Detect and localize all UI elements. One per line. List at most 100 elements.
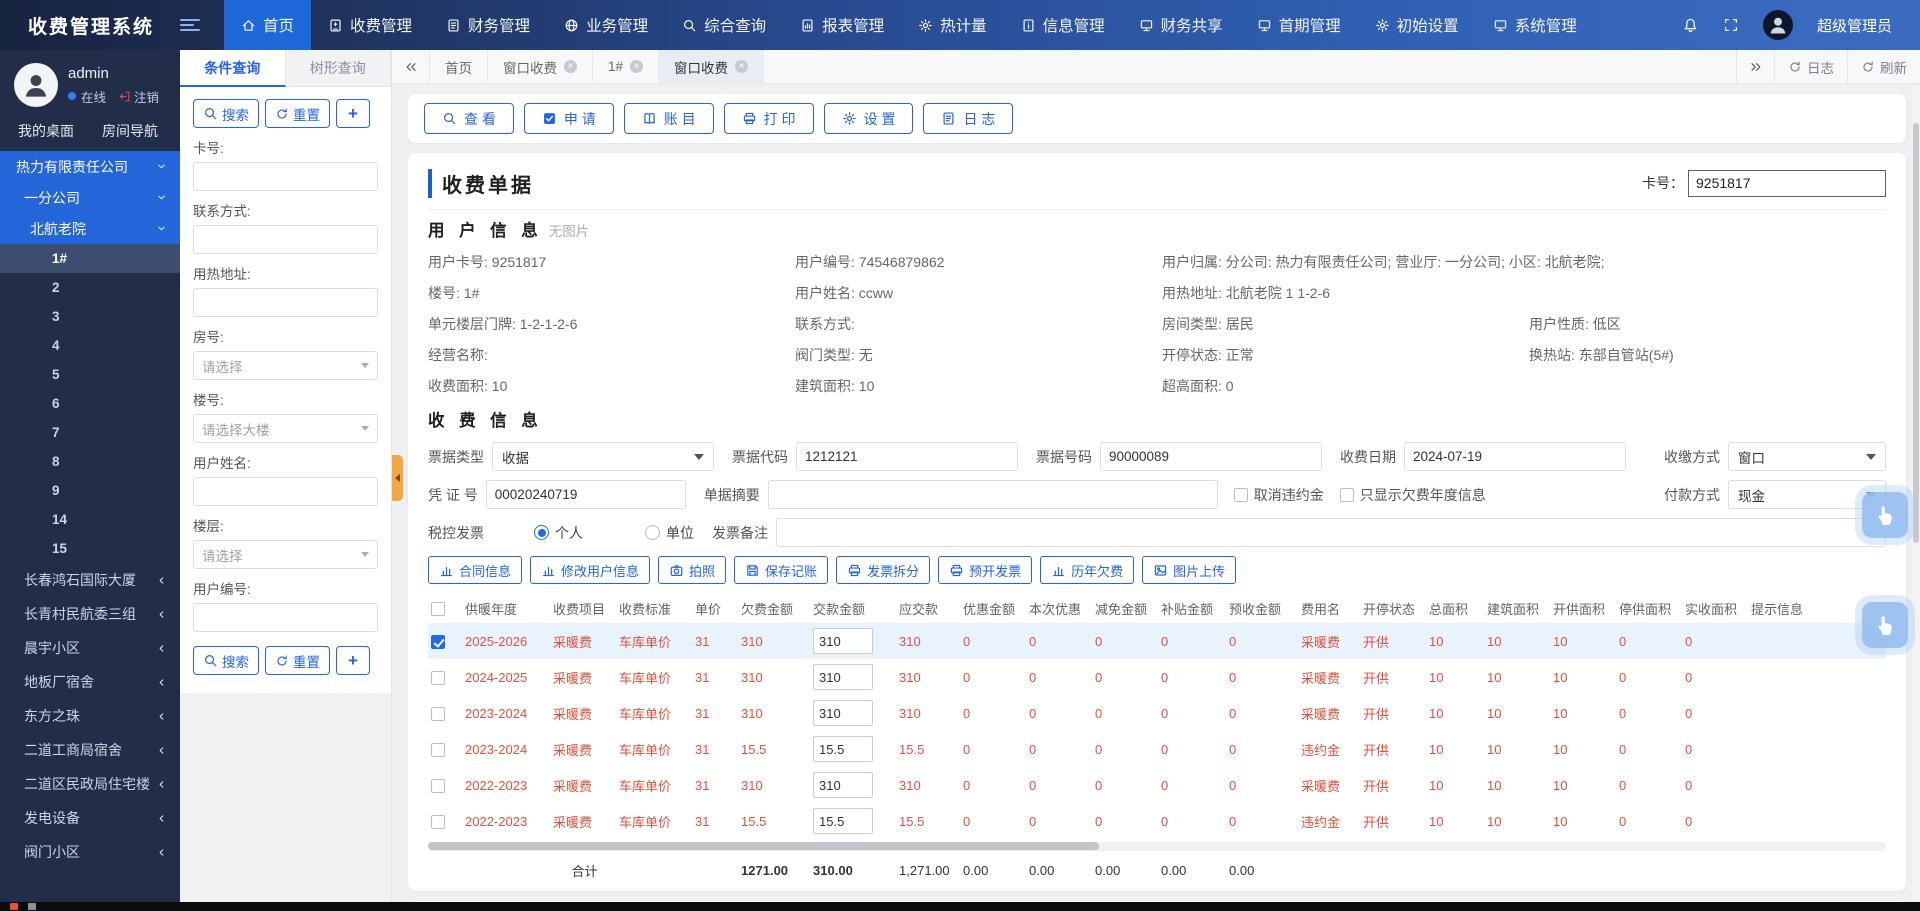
row-checkbox[interactable] [431, 671, 445, 685]
field-input-用户编号:[interactable] [193, 603, 378, 632]
pay-amount-input[interactable] [813, 736, 873, 762]
hamburger-menu-icon[interactable] [180, 0, 200, 50]
tree-item-长春鸿石国际大厦[interactable]: 长春鸿石国际大厦 [0, 563, 180, 597]
tree-item-二道区民政局住宅楼[interactable]: 二道区民政局住宅楼 [0, 767, 180, 801]
tabs-scroll-right-icon[interactable] [1736, 50, 1774, 83]
field-select-楼层:[interactable]: 请选择 [193, 540, 378, 569]
row-checkbox[interactable] [431, 743, 445, 757]
row-checkbox[interactable] [431, 707, 445, 721]
only-arrears-checkbox[interactable] [1340, 488, 1354, 502]
table-row[interactable]: 2023-2024采暖费车库单价3131031000000采暖费开供101010… [428, 695, 1886, 731]
add-condition-button[interactable]: + [336, 646, 370, 675]
table-row[interactable]: 2022-2023采暖费车库单价3115.515.500000违约金开供1010… [428, 803, 1886, 839]
tree-item-晨宇小区[interactable]: 晨宇小区 [0, 631, 180, 665]
horizontal-scrollbar-thumb[interactable] [428, 842, 1099, 850]
fullscreen-icon[interactable] [1723, 17, 1739, 33]
field-select-楼号:[interactable]: 请选择大楼 [193, 414, 378, 443]
select-all-checkbox[interactable] [431, 602, 445, 616]
taskbar-app-icon[interactable] [10, 903, 18, 910]
voucher-no-input[interactable] [486, 480, 686, 509]
tree-item-长青村民航委三组[interactable]: 长青村民航委三组 [0, 597, 180, 631]
cancel-penalty-checkbox[interactable] [1234, 488, 1248, 502]
table-row[interactable]: 2025-2026采暖费车库单价3131031000000采暖费开供101010… [428, 623, 1886, 659]
tree-item-北航老院[interactable]: 北航老院 [0, 213, 180, 244]
sidebar-tab-desktop[interactable]: 我的桌面 [18, 121, 74, 141]
floating-hand-button[interactable] [1862, 492, 1908, 538]
tab-log-button[interactable]: 日志 [1774, 50, 1847, 83]
tree-item-1#[interactable]: 1# [0, 244, 180, 273]
field-input-用热地址:[interactable] [193, 288, 378, 317]
notifications-bell-icon[interactable] [1682, 17, 1699, 34]
pay-amount-input[interactable] [813, 700, 873, 726]
tree-item-4[interactable]: 4 [0, 331, 180, 360]
tree-item-6[interactable]: 6 [0, 389, 180, 418]
bill-type-select[interactable]: 收据 [492, 442, 714, 471]
tree-item-3[interactable]: 3 [0, 302, 180, 331]
nav-item-收费管理[interactable]: 收费管理 [311, 0, 429, 50]
os-taskbar[interactable] [0, 902, 1920, 911]
invoice-note-input[interactable] [776, 518, 1886, 547]
tree-item-9[interactable]: 9 [0, 476, 180, 505]
tab-首页[interactable]: 首页 [430, 50, 488, 83]
vertical-scrollbar-thumb[interactable] [1913, 123, 1919, 543]
toolbar-button-日志[interactable]: 日 志 [923, 103, 1013, 134]
nav-item-信息管理[interactable]: 信息管理 [1004, 0, 1122, 50]
tabs-scroll-left-icon[interactable] [392, 50, 430, 83]
field-input-用户姓名:[interactable] [193, 477, 378, 506]
field-input-联系方式:[interactable] [193, 225, 378, 254]
floating-hand-button[interactable] [1862, 602, 1908, 648]
tree-item-发电设备[interactable]: 发电设备 [0, 801, 180, 835]
action-button-拍照[interactable]: 拍照 [658, 556, 726, 584]
field-input-卡号:[interactable] [193, 162, 378, 191]
nav-item-首页[interactable]: 首页 [224, 0, 311, 50]
search-button[interactable]: 搜索 [193, 99, 259, 128]
nav-item-初始设置[interactable]: 初始设置 [1358, 0, 1476, 50]
tree-item-二道工商局宿舍[interactable]: 二道工商局宿舍 [0, 733, 180, 767]
pay-amount-input[interactable] [813, 772, 873, 798]
action-button-修改用户信息[interactable]: 修改用户信息 [530, 556, 650, 584]
action-button-预开发票[interactable]: 预开发票 [938, 556, 1032, 584]
table-row[interactable]: 2024-2025采暖费车库单价3131031000000采暖费开供101010… [428, 659, 1886, 695]
bill-no-input[interactable] [1100, 442, 1322, 471]
tree-item-2[interactable]: 2 [0, 273, 180, 302]
toolbar-button-查看[interactable]: 查 看 [424, 103, 514, 134]
avatar[interactable] [1763, 10, 1793, 40]
action-button-合同信息[interactable]: 合同信息 [428, 556, 522, 584]
taskbar-app-icon[interactable] [28, 903, 36, 910]
close-icon[interactable]: × [630, 60, 643, 73]
tree-item-东方之珠[interactable]: 东方之珠 [0, 699, 180, 733]
action-button-图片上传[interactable]: 图片上传 [1142, 556, 1236, 584]
nav-item-热计量[interactable]: 热计量 [901, 0, 1004, 50]
action-button-保存记账[interactable]: 保存记账 [734, 556, 828, 584]
tree-item-8[interactable]: 8 [0, 447, 180, 476]
toolbar-button-设置[interactable]: 设 置 [824, 103, 914, 134]
tab-condition-query[interactable]: 条件查询 [180, 50, 286, 87]
table-row[interactable]: 2023-2024采暖费车库单价3115.515.500000违约金开供1010… [428, 731, 1886, 767]
card-number-input[interactable] [1688, 170, 1886, 197]
reset-button[interactable]: 重置 [265, 646, 330, 675]
tab-tree-query[interactable]: 树形查询 [286, 50, 392, 87]
tree-item-热力有限责任公司[interactable]: 热力有限责任公司 [0, 151, 180, 182]
doc-summary-input[interactable] [768, 480, 1218, 509]
nav-item-报表管理[interactable]: 报表管理 [783, 0, 901, 50]
bill-code-input[interactable] [796, 442, 1018, 471]
tree-item-地板厂宿舍[interactable]: 地板厂宿舍 [0, 665, 180, 699]
row-checkbox[interactable] [431, 635, 445, 649]
tree-item-阀门小区[interactable]: 阀门小区 [0, 835, 180, 869]
sidebar-tab-room-nav[interactable]: 房间导航 [102, 121, 158, 141]
radio-company[interactable] [645, 525, 660, 540]
tree-item-14[interactable]: 14 [0, 505, 180, 534]
row-checkbox[interactable] [431, 815, 445, 829]
add-condition-button[interactable]: + [336, 99, 370, 128]
radio-personal[interactable] [534, 525, 549, 540]
table-row[interactable]: 2022-2023采暖费车库单价3131031000000采暖费开供101010… [428, 767, 1886, 803]
nav-item-系统管理[interactable]: 系统管理 [1476, 0, 1594, 50]
tree-item-15[interactable]: 15 [0, 534, 180, 563]
reset-button[interactable]: 重置 [265, 99, 330, 128]
nav-item-财务管理[interactable]: 财务管理 [429, 0, 547, 50]
toolbar-button-账目[interactable]: 账 目 [624, 103, 714, 134]
action-button-发票拆分[interactable]: 发票拆分 [836, 556, 930, 584]
tree-item-一分公司[interactable]: 一分公司 [0, 182, 180, 213]
tab-refresh-button[interactable]: 刷新 [1847, 50, 1920, 83]
nav-item-综合查询[interactable]: 综合查询 [665, 0, 783, 50]
